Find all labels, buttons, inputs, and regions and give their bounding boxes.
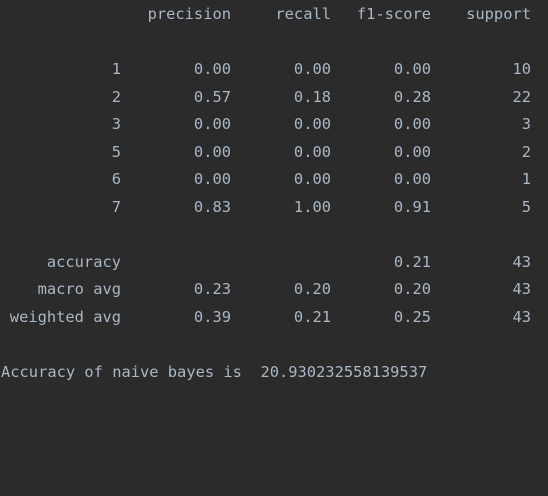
header-support: support (466, 5, 531, 23)
row-label: accuracy (46, 252, 121, 271)
table-row: 6 0.00 0.00 0.00 1 (0, 166, 548, 194)
row-support: 3 (521, 115, 531, 133)
header-precision: precision (147, 5, 231, 23)
row-recall: 0.00 (293, 60, 331, 78)
accuracy-row: accuracy 0.21 43 (0, 249, 548, 277)
row-f1-score: 0.00 (393, 142, 431, 161)
row-support: 2 (521, 142, 531, 161)
row-recall: 0.00 (293, 115, 331, 133)
row-precision: 0.83 (193, 197, 231, 216)
row-label: 7 (111, 197, 121, 216)
row-precision: 0.57 (193, 87, 231, 106)
row-support: 5 (521, 197, 531, 216)
table-row: 2 0.57 0.18 0.28 22 (0, 84, 548, 112)
row-support: 43 (512, 252, 531, 271)
macro-avg-row: macro avg 0.23 0.20 0.20 43 (0, 276, 548, 304)
row-recall: 0.21 (293, 307, 331, 326)
row-precision: 0.00 (193, 170, 231, 188)
row-f1-score: 0.25 (393, 307, 431, 326)
table-row: 1 0.00 0.00 0.00 10 (0, 56, 548, 84)
row-f1-score: 0.91 (393, 197, 431, 216)
row-label: 5 (111, 142, 121, 161)
row-label: weighted avg (9, 307, 121, 326)
row-recall: 0.20 (293, 280, 331, 298)
table-row: 3 0.00 0.00 0.00 3 (0, 111, 548, 139)
row-f1-score: 0.21 (393, 252, 431, 271)
row-label: 1 (111, 60, 121, 78)
row-support: 10 (512, 60, 531, 78)
row-precision: 0.00 (193, 142, 231, 161)
row-support: 43 (512, 280, 531, 298)
table-row: 7 0.83 1.00 0.91 5 (0, 194, 548, 222)
row-precision: 0.00 (193, 60, 231, 78)
weighted-avg-row: weighted avg 0.39 0.21 0.25 43 (0, 304, 548, 332)
row-f1-score: 0.28 (393, 87, 431, 106)
row-recall: 0.00 (293, 170, 331, 188)
row-label: 3 (111, 115, 121, 133)
report-header-row: precision recall f1-score support (0, 1, 548, 29)
header-f1-score: f1-score (356, 5, 431, 23)
console-output: precision recall f1-score support 1 0.00… (0, 0, 548, 406)
row-label: 2 (111, 87, 121, 106)
accuracy-summary-line: Accuracy of naive bayes is 20.9302325581… (1, 363, 428, 381)
row-support: 1 (521, 170, 531, 188)
row-label: 6 (111, 170, 121, 188)
row-recall: 0.18 (293, 87, 331, 106)
row-f1-score: 0.00 (393, 60, 431, 78)
row-precision: 0.00 (193, 115, 231, 133)
row-f1-score: 0.00 (393, 170, 431, 188)
table-row: 5 0.00 0.00 0.00 2 (0, 139, 548, 167)
row-recall: 0.00 (293, 142, 331, 161)
row-f1-score: 0.00 (393, 115, 431, 133)
row-label: macro avg (37, 280, 121, 298)
row-support: 43 (512, 307, 531, 326)
row-recall: 1.00 (293, 197, 331, 216)
row-precision: 0.23 (193, 280, 231, 298)
row-f1-score: 0.20 (393, 280, 431, 298)
row-support: 22 (512, 87, 531, 106)
header-recall: recall (275, 5, 331, 23)
row-precision: 0.39 (193, 307, 231, 326)
